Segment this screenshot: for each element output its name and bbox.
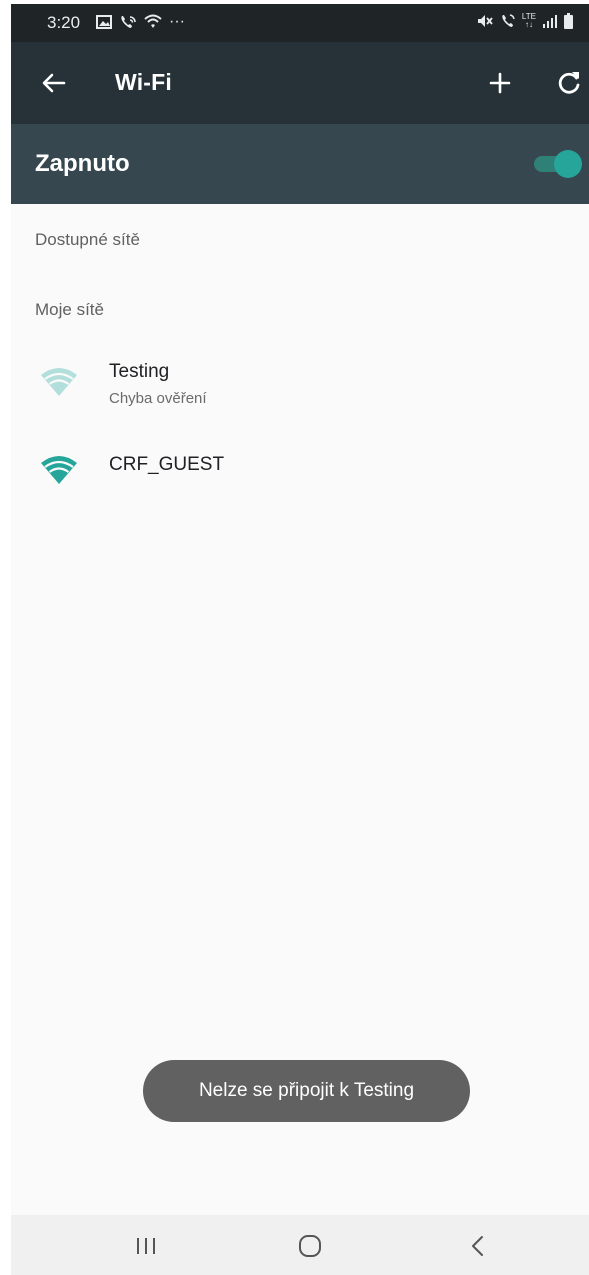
gallery-icon	[96, 13, 112, 31]
wifi-master-switch-row[interactable]: Zapnuto	[11, 124, 589, 204]
mute-icon	[476, 12, 494, 30]
status-left-icons: ···	[96, 13, 185, 31]
network-status: Chyba ověření	[109, 390, 207, 407]
recent-apps-button[interactable]	[129, 1229, 163, 1263]
navigation-bar	[11, 1215, 589, 1275]
status-time: 3:20	[47, 13, 81, 32]
wifi-icon-faded	[41, 368, 77, 396]
network-item-testing[interactable]: Testing Chyba ověření	[11, 352, 589, 416]
status-bar: 3:20 ··· LTE ↑↓	[11, 4, 589, 42]
wifi-settings-screen: 3:20 ··· LTE ↑↓ Wi-Fi Zapnuto Dostupné s…	[11, 4, 589, 1275]
refresh-icon	[558, 72, 580, 94]
app-bar: Wi-Fi	[11, 42, 589, 124]
toggle-thumb	[554, 150, 582, 178]
recent-apps-icon	[137, 1238, 155, 1254]
section-my-networks: Moje sítě	[35, 300, 104, 319]
home-button[interactable]	[293, 1229, 327, 1263]
wifi-icon	[41, 456, 77, 484]
home-icon	[299, 1235, 321, 1257]
wifi-calling-icon	[119, 13, 137, 31]
volte-call-icon	[500, 12, 516, 30]
network-name: Testing	[109, 361, 170, 382]
wifi-state-label: Zapnuto	[35, 150, 130, 177]
back-icon	[472, 1236, 483, 1256]
toast-message: Nelze se připojit k Testing	[143, 1060, 470, 1122]
plus-icon	[489, 72, 511, 94]
network-name: CRF_GUEST	[109, 454, 225, 475]
arrow-back-icon	[42, 73, 66, 93]
more-dots-icon: ···	[169, 13, 185, 30]
section-available-networks: Dostupné sítě	[35, 230, 140, 249]
signal-icon	[542, 12, 558, 30]
wifi-status-icon	[144, 13, 162, 31]
network-item-crf-guest[interactable]: CRF_GUEST	[11, 440, 589, 504]
back-button[interactable]	[37, 66, 71, 100]
battery-icon	[564, 12, 573, 30]
status-right-icons: LTE ↑↓	[476, 12, 573, 30]
nav-back-button[interactable]	[461, 1229, 495, 1263]
wifi-toggle[interactable]	[534, 150, 582, 178]
page-title: Wi-Fi	[115, 69, 172, 95]
toast-text: Nelze se připojit k Testing	[198, 1080, 415, 1101]
lte-icon: LTE ↑↓	[522, 12, 536, 30]
add-network-button[interactable]	[483, 66, 517, 100]
refresh-button[interactable]	[552, 66, 586, 100]
lte-arrows: ↑↓	[524, 20, 533, 29]
